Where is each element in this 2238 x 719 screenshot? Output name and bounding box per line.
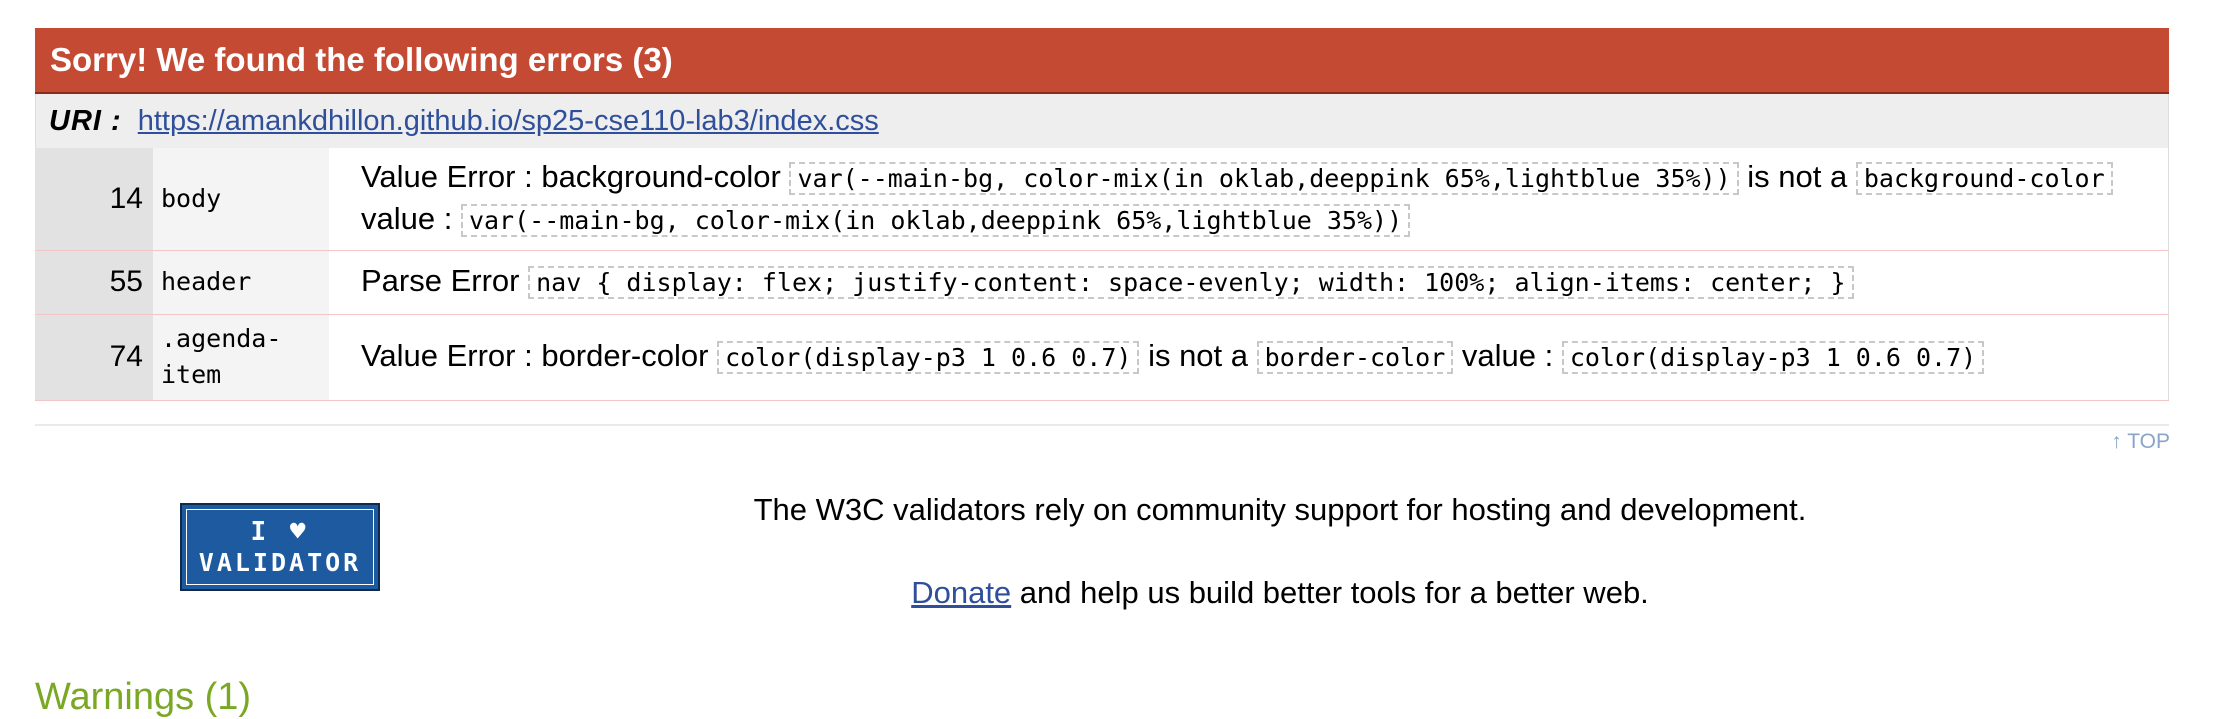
error-row: 14 body Value Error : background-color var… [35,148,2169,251]
error-message-text: value : [361,200,461,236]
badge-line1: I ♥ [250,517,310,547]
error-selector: .agenda-item [153,314,329,401]
error-message-text: Value Error : border-color [361,338,718,373]
i-love-validator-badge[interactable]: I ♥ VALIDATOR [180,503,380,591]
error-selector: body [153,148,329,251]
error-message-text: value : [1453,338,1562,373]
support-text: The W3C validators rely on community sup… [753,492,1807,527]
badge-line2: VALIDATOR [198,548,362,577]
error-message-text: is not a [1738,158,1856,194]
error-code-snippet: color(display-p3 1 0.6 0.7) [717,341,1140,374]
error-line-number: 74 [35,314,153,401]
uri-row: URI : https://amankdhillon.github.io/sp2… [35,94,2169,148]
warnings-heading: Warnings (1) [35,676,252,718]
error-message-text: Value Error : background-color [361,158,790,194]
error-line-number: 55 [35,250,153,315]
error-code-snippet: var(--main-bg, color-mix(in oklab,deeppi… [460,203,1411,237]
error-row: 74 .agenda-item Value Error : border-color… [35,314,2169,401]
error-message-text: is not a [1139,338,1257,373]
error-message: Value Error : background-color var(--mai… [329,148,2169,251]
errors-heading: Sorry! We found the following errors (3) [35,28,2169,94]
error-message-text: Parse Error [361,263,529,298]
badge-frame: I ♥ VALIDATOR [186,509,374,585]
error-message: Parse Error nav { display: flex; justify… [329,250,2169,315]
errors-table: 14 body Value Error : background-color var… [35,148,2169,401]
uri-link[interactable]: https://amankdhillon.github.io/sp25-cse1… [138,105,879,137]
error-code-snippet: background-color [1855,161,2113,195]
error-selector: header [153,250,329,315]
error-code-snippet: border-color [1256,341,1454,374]
donate-text: Donate and help us build better tools fo… [640,575,1920,611]
section-divider [35,424,2169,426]
error-line-number: 14 [35,148,153,251]
error-code-snippet: color(display-p3 1 0.6 0.7) [1561,341,1985,374]
error-code-snippet: nav { display: flex; justify-content: sp… [528,266,1854,299]
error-row: 55 header Parse Error nav { display: flex;… [35,250,2169,315]
back-to-top-link[interactable]: ↑ TOP [2111,430,2170,454]
error-code-snippet: var(--main-bg, color-mix(in oklab,deeppi… [789,161,1739,195]
uri-label: URI : [49,105,122,137]
donate-link[interactable]: Donate [911,575,1011,610]
errors-section: Sorry! We found the following errors (3)… [35,28,2169,401]
error-message: Value Error : border-color color(display… [329,314,2169,401]
donate-text-rest: and help us build better tools for a bet… [1011,575,1649,610]
